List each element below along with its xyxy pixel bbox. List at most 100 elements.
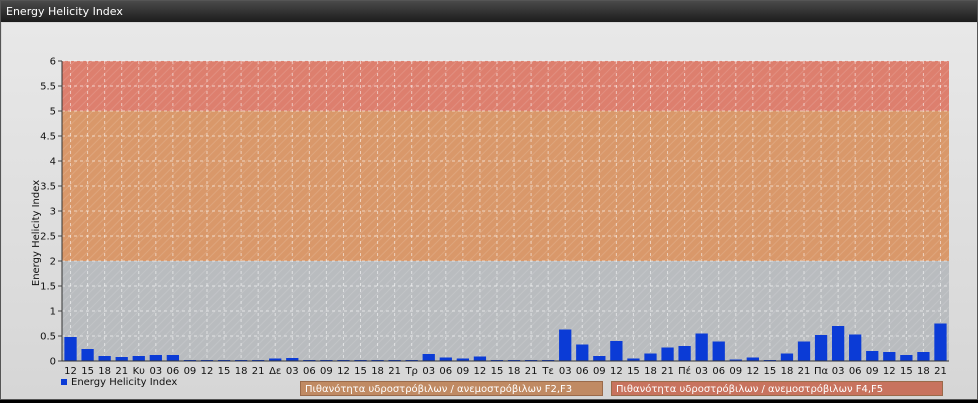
x-tick-label: 15 [218, 366, 231, 377]
x-tick-label: 06 [849, 366, 862, 377]
x-tick-label: Τε [541, 366, 554, 377]
x-tick-label: 18 [644, 366, 657, 377]
y-tick-label: 1 [50, 307, 56, 318]
x-tick-label: 12 [337, 366, 350, 377]
x-tick-label: 09 [456, 366, 469, 377]
legend: Energy Helicity Index [61, 377, 177, 388]
bar [661, 347, 674, 361]
x-tick-label: Τρ [404, 366, 417, 377]
x-tick-label: 03 [832, 366, 845, 377]
bar [712, 341, 725, 361]
bar [473, 356, 487, 361]
x-tick-label: 12 [883, 366, 896, 377]
y-tick-label: 3.5 [40, 182, 56, 193]
y-tick-label: 5.5 [40, 82, 56, 93]
y-tick-label: 0 [50, 357, 56, 368]
x-tick-label: 03 [422, 366, 435, 377]
x-tick-label: 21 [661, 366, 674, 377]
x-tick-label: 15 [900, 366, 913, 377]
bar [644, 353, 657, 361]
x-tick-label: 18 [508, 366, 521, 377]
x-tick-label: 21 [798, 366, 811, 377]
bar [866, 351, 879, 361]
bar [81, 349, 94, 361]
x-tick-label: 12 [64, 366, 77, 377]
x-tick-label: 06 [439, 366, 452, 377]
bar [439, 357, 452, 361]
x-tick-label: 18 [371, 366, 384, 377]
y-tick-label: 2 [50, 257, 56, 268]
x-tick-label: 12 [610, 366, 623, 377]
x-tick-label: 06 [303, 366, 316, 377]
x-tick-label: Δε [269, 366, 281, 377]
x-tick-label: 18 [917, 366, 930, 377]
y-tick-label: 2.5 [40, 232, 56, 243]
y-tick-label: 6 [50, 57, 56, 68]
helicity-bar-chart: Energy Helicity Index 00.511.522.533.544… [31, 57, 949, 377]
bar [559, 329, 572, 361]
x-tick-label: 12 [474, 366, 487, 377]
bar [883, 352, 896, 361]
legend-swatch [61, 379, 67, 385]
x-tick-label: 21 [388, 366, 401, 377]
bar [849, 334, 862, 361]
x-tick-label: Πέ [678, 365, 691, 377]
window-title: Energy Helicity Index [1, 1, 977, 22]
bar [610, 341, 623, 361]
bar [831, 326, 845, 361]
x-tick-label: 03 [286, 366, 299, 377]
y-tick-label: 4 [50, 157, 56, 168]
x-tick-label: Πα [814, 366, 829, 377]
bar [166, 355, 180, 361]
bar [900, 355, 913, 361]
x-tick-label: 09 [593, 366, 606, 377]
bar [780, 353, 794, 361]
x-tick-label: 09 [729, 366, 742, 377]
y-tick-label: 3 [50, 207, 56, 218]
y-tick-label: 1.5 [40, 282, 56, 293]
x-tick-label: 21 [252, 366, 265, 377]
x-tick-label: 21 [115, 366, 128, 377]
chart-area: Energy Helicity Index 0 0.5 1 1.5 2 2.5 3 3.5 4 4… [2, 23, 977, 399]
bar [934, 323, 947, 361]
x-tick-label: 12 [746, 366, 759, 377]
bar [917, 352, 930, 361]
x-tick-label: 09 [184, 366, 197, 377]
y-tick-label: 5 [50, 107, 56, 118]
band-label-f2-f3: Πιθανότητα υδροστρόβιλων / ανεμοστρόβιλω… [300, 381, 603, 396]
bar [422, 354, 435, 361]
x-tick-label: Κυ [133, 366, 146, 377]
legend-label: Energy Helicity Index [71, 377, 178, 388]
x-tick-label: 06 [167, 366, 180, 377]
x-tick-label: 03 [559, 366, 572, 377]
x-tick-label: 15 [627, 366, 640, 377]
bar [98, 356, 111, 361]
bar [64, 337, 77, 361]
bar [814, 335, 828, 361]
y-tick-label: 4.5 [40, 132, 56, 143]
x-tick-label: 15 [81, 366, 94, 377]
x-tick-label: 21 [934, 366, 947, 377]
x-tick-label: 09 [866, 366, 879, 377]
y-tick-label: 0.5 [40, 332, 56, 343]
x-tick-label: 06 [576, 366, 589, 377]
x-tick-label: 18 [781, 366, 794, 377]
x-tick-label: 03 [695, 366, 708, 377]
band-label-f4-f5: Πιθανότητα υδροστρόβιλων / ανεμοστρόβιλω… [611, 381, 943, 396]
bar [593, 356, 606, 361]
bar [132, 356, 145, 361]
x-tick-label: 18 [98, 366, 111, 377]
x-tick-label: 15 [354, 366, 367, 377]
bar [746, 357, 759, 361]
bar [576, 344, 589, 361]
x-tick-label: 12 [201, 366, 214, 377]
bar [115, 357, 128, 361]
x-tick-label: 09 [320, 366, 333, 377]
x-tick-label: 21 [525, 366, 538, 377]
x-tick-label: 03 [149, 366, 162, 377]
chart-window: Energy Helicity Index Energy Helicity In… [0, 0, 978, 400]
x-tick-label: 06 [712, 366, 725, 377]
x-tick-label: 15 [764, 366, 777, 377]
x-tick-label: 18 [235, 366, 248, 377]
x-tick-label: 15 [491, 366, 504, 377]
